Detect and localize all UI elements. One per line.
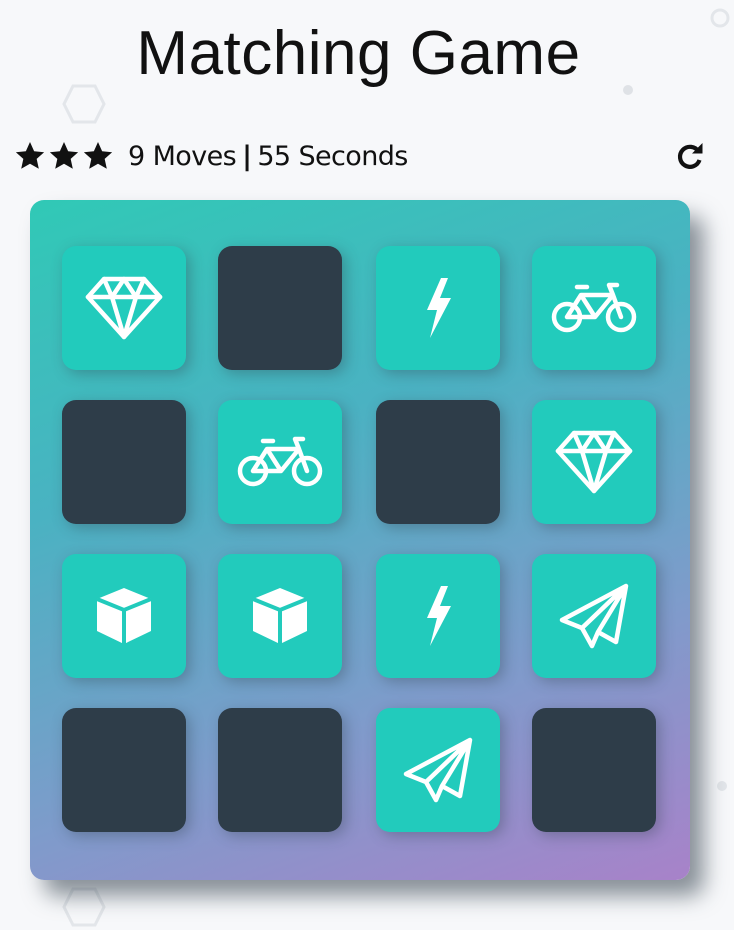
score-panel: 9 Moves | 55 Seconds <box>14 136 708 176</box>
timer-seconds: 55 <box>257 140 291 172</box>
bicycle-icon <box>551 281 637 335</box>
page-title: Matching Game <box>136 19 581 88</box>
card-face-down[interactable] <box>218 246 342 370</box>
bolt-icon <box>421 584 455 648</box>
paper-plane-icon <box>402 736 474 804</box>
paper-plane-icon <box>558 582 630 650</box>
card-bolt[interactable] <box>376 554 500 678</box>
restart-icon <box>677 143 703 169</box>
background-hexagon-icon <box>62 887 106 927</box>
card-paper-plane[interactable] <box>532 554 656 678</box>
card-face-down[interactable] <box>62 708 186 832</box>
bicycle-icon <box>237 435 323 489</box>
card-diamond[interactable] <box>532 400 656 524</box>
card-cube[interactable] <box>62 554 186 678</box>
star-rating <box>14 140 116 172</box>
card-cube[interactable] <box>218 554 342 678</box>
moves-label: Moves <box>152 140 237 172</box>
star-icon <box>82 140 116 172</box>
card-face-down[interactable] <box>376 400 500 524</box>
score-separator: | <box>242 140 252 172</box>
card-bolt[interactable] <box>376 246 500 370</box>
card-bicycle[interactable] <box>218 400 342 524</box>
card-paper-plane[interactable] <box>376 708 500 832</box>
cube-icon <box>247 583 313 649</box>
card-diamond[interactable] <box>62 246 186 370</box>
score-text: 9 Moves | 55 Seconds <box>128 141 408 172</box>
bolt-icon <box>421 276 455 340</box>
cube-icon <box>91 583 157 649</box>
star-icon <box>14 140 48 172</box>
diamond-icon <box>84 275 164 341</box>
background-dot-icon <box>717 781 727 791</box>
seconds-label: Seconds <box>298 140 408 172</box>
diamond-icon <box>554 429 634 495</box>
card-face-down[interactable] <box>532 708 656 832</box>
card-bicycle[interactable] <box>532 246 656 370</box>
card-face-down[interactable] <box>218 708 342 832</box>
star-icon <box>48 140 82 172</box>
moves-count: 9 <box>128 140 145 172</box>
card-deck <box>30 200 690 880</box>
restart-button[interactable] <box>672 138 708 174</box>
card-face-down[interactable] <box>62 400 186 524</box>
